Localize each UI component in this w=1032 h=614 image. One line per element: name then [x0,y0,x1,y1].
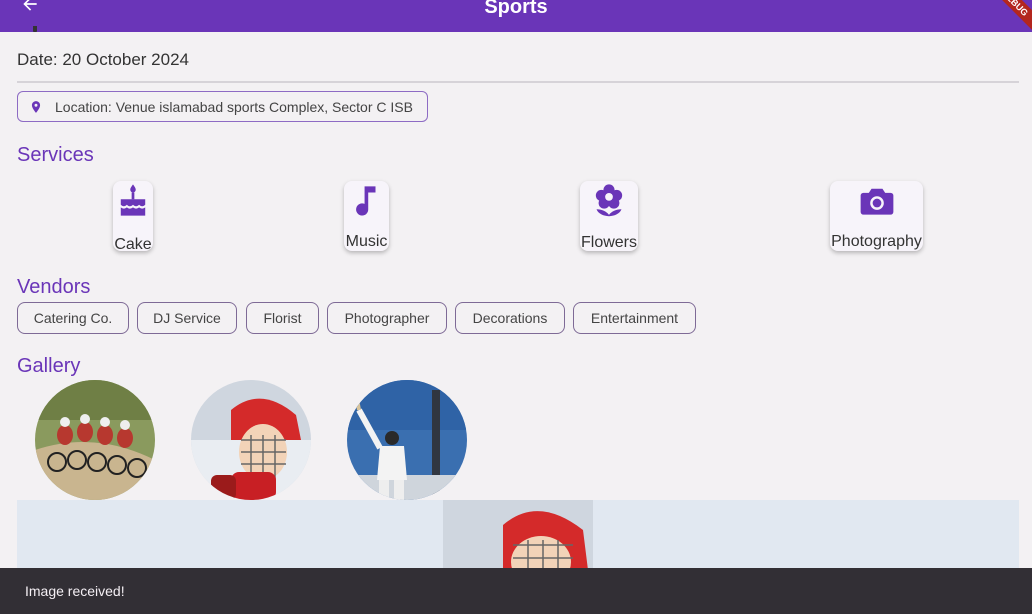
service-label: Music [345,233,388,250]
vendor-chip-catering[interactable]: Catering Co. [17,302,129,334]
app-bar: Sports DEBUG [0,0,1032,32]
gallery-image-hockey[interactable] [191,380,311,500]
vendor-chip-dj[interactable]: DJ Service [137,302,237,334]
location-text: Location: Venue islamabad sports Complex… [55,98,413,115]
vendor-chip-entertainment[interactable]: Entertainment [573,302,696,334]
gallery-heading: Gallery [17,355,81,377]
event-date: Date: 20 October 2024 [17,50,190,69]
cycling-photo [35,380,155,500]
location-pin-icon [29,99,43,115]
event-title-partial [28,26,42,32]
gallery-image-cricket[interactable] [347,380,467,500]
flower-icon [589,183,629,219]
vendor-chip-decorations[interactable]: Decorations [455,302,565,334]
hockey-player-photo [191,380,311,500]
location-chip[interactable]: Location: Venue islamabad sports Complex… [17,91,428,122]
vendor-chip-photographer[interactable]: Photographer [327,302,447,334]
vendors-heading: Vendors [17,276,91,298]
cake-icon [113,183,153,221]
page-title: Sports [484,0,548,18]
divider [17,81,1019,83]
hockey-player-photo [443,500,593,570]
service-label: Cake [114,236,152,253]
snackbar-message: Image received! [25,583,125,599]
service-flowers[interactable]: Flowers [580,181,638,251]
gallery-image-cycling[interactable] [35,380,155,500]
vendor-chip-florist[interactable]: Florist [246,302,319,334]
service-music[interactable]: Music [344,181,389,251]
cricket-player-photo [347,380,467,500]
service-cake[interactable]: Cake [113,181,153,253]
image-preview-panel [17,500,1019,570]
services-heading: Services [17,144,94,166]
snackbar: Image received! [0,568,1032,614]
music-note-icon [347,183,387,218]
service-label: Photography [831,233,922,250]
preview-image[interactable] [443,500,593,570]
camera-icon [857,183,897,218]
service-label: Flowers [580,234,637,251]
service-photography[interactable]: Photography [830,181,923,251]
